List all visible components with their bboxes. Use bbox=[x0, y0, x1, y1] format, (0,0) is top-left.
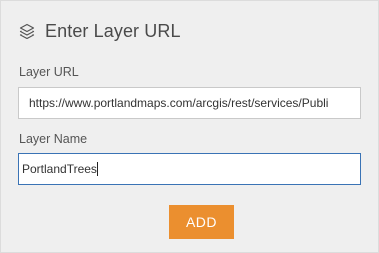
panel-title: Enter Layer URL bbox=[45, 20, 181, 41]
layer-name-input[interactable]: PortlandTrees bbox=[18, 153, 361, 185]
enter-layer-url-panel: Enter Layer URL Layer URL https://www.po… bbox=[0, 0, 379, 253]
panel-header: Enter Layer URL bbox=[18, 18, 181, 44]
layer-name-value: PortlandTrees bbox=[22, 162, 97, 176]
layers-icon bbox=[18, 22, 36, 40]
layer-name-label: Layer Name bbox=[19, 132, 88, 146]
add-button[interactable]: ADD bbox=[169, 205, 234, 239]
text-caret bbox=[96, 162, 98, 176]
layer-url-value: https://www.portlandmaps.com/arcgis/rest… bbox=[29, 96, 329, 110]
layer-url-input[interactable]: https://www.portlandmaps.com/arcgis/rest… bbox=[18, 87, 361, 119]
layer-url-label: Layer URL bbox=[19, 65, 79, 79]
